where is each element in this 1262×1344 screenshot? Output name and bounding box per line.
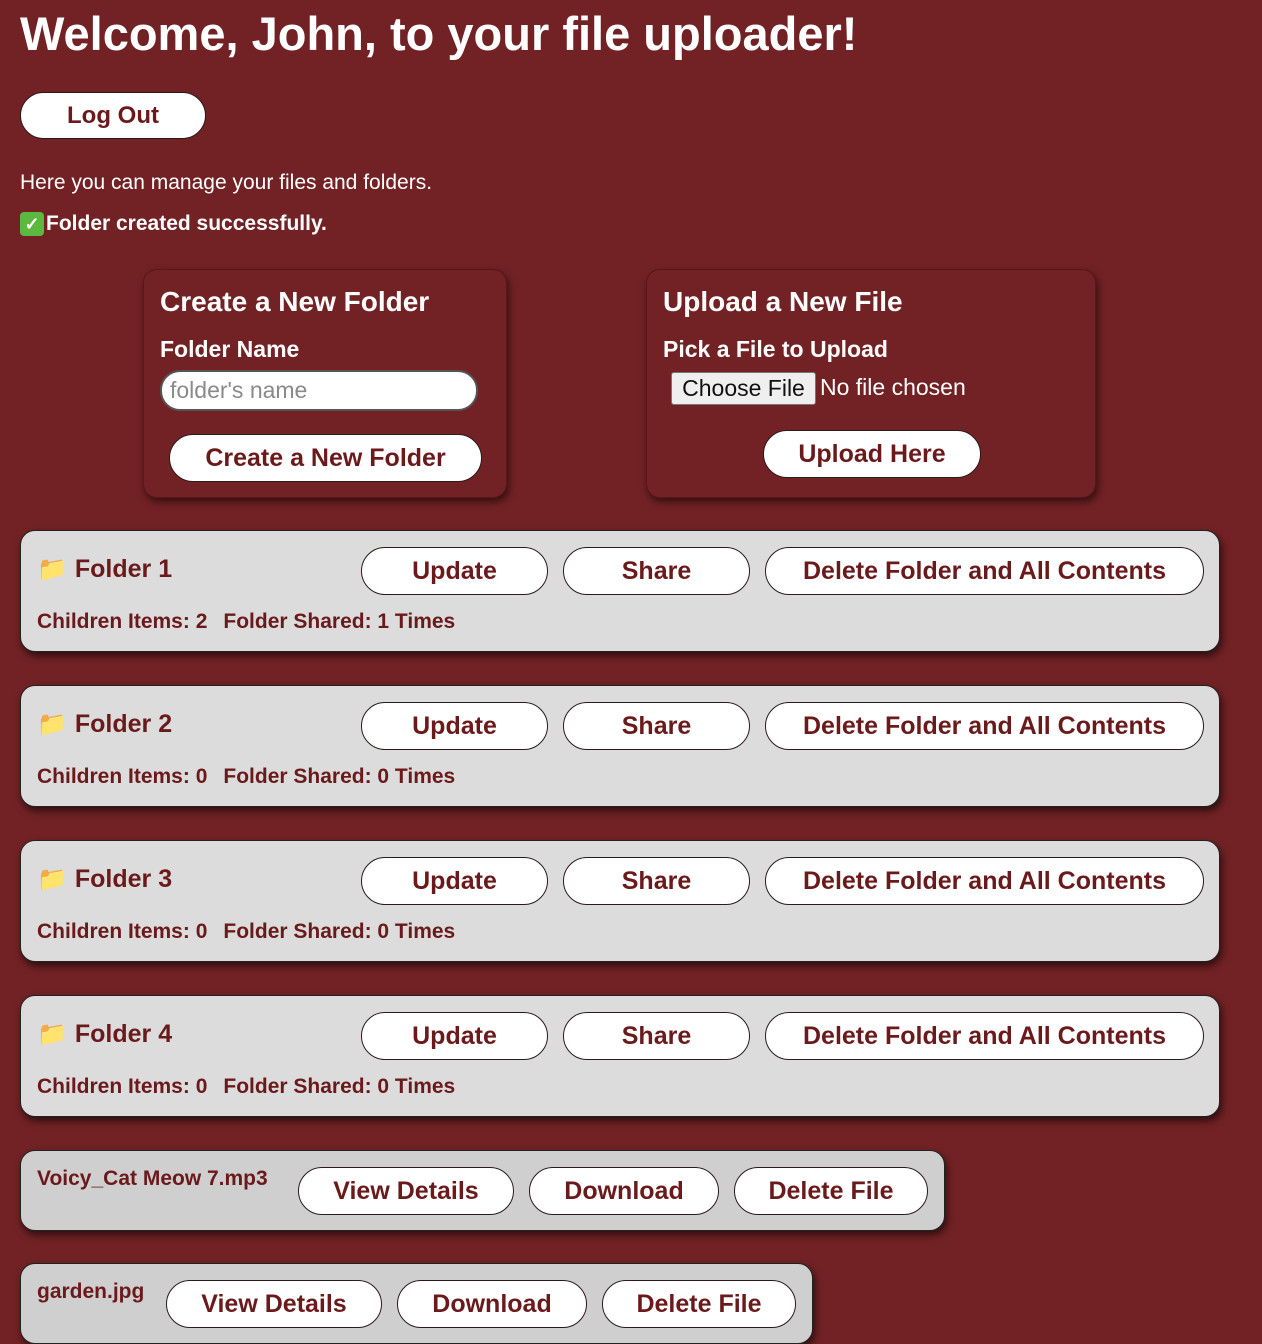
folder-card: 📁 Folder 4 Update Share Delete Folder an… [20, 995, 1220, 1117]
logout-button[interactable]: Log Out [20, 92, 206, 139]
children-count: Children Items: 0 [37, 920, 208, 943]
folder-card: 📁 Folder 3 Update Share Delete Folder an… [20, 840, 1220, 962]
folder-icon: 📁 [37, 1021, 67, 1048]
folder-name: Folder 3 [74, 865, 173, 893]
folder-name: Folder 1 [74, 555, 173, 583]
folder-name-label: Folder Name [160, 336, 300, 362]
create-folder-button[interactable]: Create a New Folder [169, 434, 482, 482]
update-folder-button[interactable]: Update [361, 547, 548, 595]
file-picker-label: Pick a File to Upload [663, 336, 888, 362]
share-count: Folder Shared: 0 Times [223, 765, 456, 788]
children-count: Children Items: 0 [37, 1075, 208, 1098]
share-folder-button[interactable]: Share [563, 857, 750, 905]
folder-name-input[interactable] [160, 370, 478, 411]
folder-title: 📁 Folder 4 [37, 1020, 172, 1049]
file-name: garden.jpg [37, 1280, 145, 1303]
folder-meta: Children Items: 0 Folder Shared: 0 Times [37, 1075, 455, 1099]
folder-title: 📁 Folder 3 [37, 865, 172, 894]
delete-file-button[interactable]: Delete File [602, 1280, 796, 1328]
intro-text: Here you can manage your files and folde… [20, 171, 433, 194]
update-folder-button[interactable]: Update [361, 857, 548, 905]
folder-card: 📁 Folder 1 Update Share Delete Folder an… [20, 530, 1220, 652]
folder-title: 📁 Folder 1 [37, 555, 172, 584]
file-status-text: No file chosen [820, 374, 966, 400]
share-folder-button[interactable]: Share [563, 702, 750, 750]
check-mark-icon: ✓ [20, 212, 44, 236]
update-folder-button[interactable]: Update [361, 702, 548, 750]
share-count: Folder Shared: 0 Times [223, 920, 456, 943]
view-details-button[interactable]: View Details [298, 1167, 514, 1215]
page-title: Welcome, John, to your file uploader! [20, 7, 858, 60]
choose-file-button[interactable]: Choose File [671, 372, 816, 405]
folder-name: Folder 4 [74, 1020, 173, 1048]
folder-icon: 📁 [37, 711, 67, 738]
folder-card: 📁 Folder 2 Update Share Delete Folder an… [20, 685, 1220, 807]
children-count: Children Items: 0 [37, 765, 208, 788]
delete-folder-button[interactable]: Delete Folder and All Contents [765, 1012, 1204, 1060]
folder-meta: Children Items: 0 Folder Shared: 0 Times [37, 765, 455, 789]
download-button[interactable]: Download [397, 1280, 587, 1328]
delete-folder-button[interactable]: Delete Folder and All Contents [765, 702, 1204, 750]
upload-file-heading: Upload a New File [663, 286, 903, 317]
flash-message-text: Folder created successfully. [46, 212, 327, 235]
share-folder-button[interactable]: Share [563, 547, 750, 595]
view-details-button[interactable]: View Details [166, 1280, 382, 1328]
delete-file-button[interactable]: Delete File [734, 1167, 928, 1215]
file-card: Voicy_Cat Meow 7.mp3 View Details Downlo… [20, 1150, 945, 1231]
children-count: Children Items: 2 [37, 610, 208, 633]
folder-icon: 📁 [37, 866, 67, 893]
share-count: Folder Shared: 1 Times [223, 610, 456, 633]
create-folder-heading: Create a New Folder [160, 286, 430, 317]
delete-folder-button[interactable]: Delete Folder and All Contents [765, 547, 1204, 595]
upload-file-panel: Upload a New File Pick a File to Upload … [646, 269, 1096, 498]
folder-title: 📁 Folder 2 [37, 710, 172, 739]
file-card: garden.jpg View Details Download Delete … [20, 1263, 813, 1344]
create-folder-panel: Create a New Folder Folder Name Create a… [143, 269, 507, 498]
share-folder-button[interactable]: Share [563, 1012, 750, 1060]
folder-name: Folder 2 [74, 710, 173, 738]
file-name: Voicy_Cat Meow 7.mp3 [37, 1167, 268, 1190]
download-button[interactable]: Download [529, 1167, 719, 1215]
folder-meta: Children Items: 0 Folder Shared: 0 Times [37, 920, 455, 944]
folder-meta: Children Items: 2 Folder Shared: 1 Times [37, 610, 455, 634]
folder-icon: 📁 [37, 556, 67, 583]
flash-message: ✓ Folder created successfully. [20, 212, 327, 236]
share-count: Folder Shared: 0 Times [223, 1075, 456, 1098]
update-folder-button[interactable]: Update [361, 1012, 548, 1060]
upload-button[interactable]: Upload Here [763, 430, 981, 478]
delete-folder-button[interactable]: Delete Folder and All Contents [765, 857, 1204, 905]
